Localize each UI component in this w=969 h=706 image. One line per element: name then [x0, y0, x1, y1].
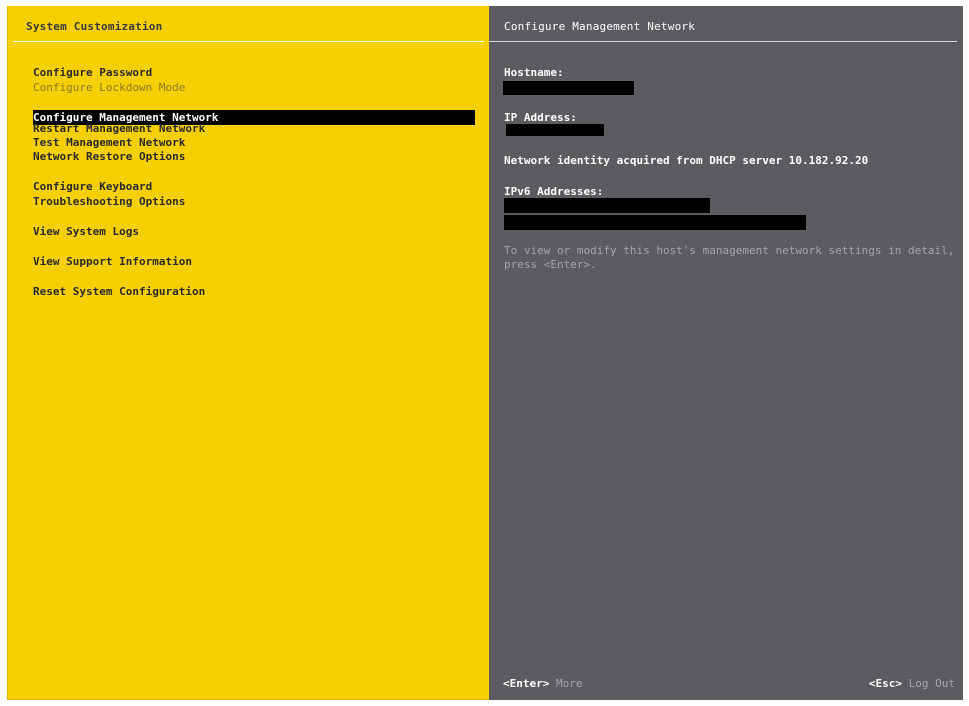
- menu-item-troubleshooting-options[interactable]: Troubleshooting Options: [8, 194, 489, 209]
- hostname-label: Hostname:: [504, 66, 564, 79]
- left-title-divider: [13, 41, 484, 42]
- menu-spacer: [8, 95, 489, 110]
- menu-item-network-restore-options[interactable]: Network Restore Options: [8, 150, 489, 164]
- enter-key-label: <Enter>: [503, 677, 550, 690]
- hostname-redacted-value: [503, 81, 634, 95]
- configure-management-network-pane: Configure Management Network Hostname: I…: [489, 6, 963, 700]
- right-pane-title: Configure Management Network: [504, 20, 696, 33]
- menu-item-test-management-network[interactable]: Test Management Network: [8, 136, 489, 150]
- menu-item-view-system-logs[interactable]: View System Logs: [8, 224, 489, 239]
- network-settings-hint: To view or modify this host's management…: [504, 244, 955, 271]
- left-pane-title: System Customization: [26, 20, 163, 33]
- ipv6-addresses-label: IPv6 Addresses:: [504, 185, 604, 198]
- esc-logout-action[interactable]: <Esc> Log Out: [869, 677, 955, 691]
- menu-item-reset-system-configuration[interactable]: Reset System Configuration: [8, 284, 489, 299]
- menu-item-configure-keyboard[interactable]: Configure Keyboard: [8, 179, 489, 194]
- customization-menu: Configure Password Configure Lockdown Mo…: [8, 65, 489, 299]
- menu-item-configure-lockdown-mode[interactable]: Configure Lockdown Mode: [8, 80, 489, 95]
- menu-item-restart-management-network[interactable]: Restart Management Network: [8, 122, 489, 136]
- system-customization-pane: System Customization Configure Password …: [7, 6, 489, 700]
- dhcp-identity-text: Network identity acquired from DHCP serv…: [504, 154, 869, 167]
- menu-spacer: [8, 239, 489, 254]
- menu-item-view-support-information[interactable]: View Support Information: [8, 254, 489, 269]
- ipv6-address-1-redacted: [504, 198, 710, 213]
- menu-item-configure-password[interactable]: Configure Password: [8, 65, 489, 80]
- menu-spacer: [8, 269, 489, 284]
- menu-spacer: [8, 209, 489, 224]
- esc-key-label: <Esc>: [868, 677, 903, 690]
- ip-address-label: IP Address:: [504, 111, 577, 124]
- right-title-divider: [489, 41, 957, 42]
- ip-address-redacted-value: [506, 124, 604, 136]
- esc-key-description: Log Out: [908, 677, 955, 690]
- enter-more-action[interactable]: <Enter> More: [503, 677, 582, 691]
- menu-spacer: [8, 164, 489, 179]
- ipv6-address-2-redacted: [504, 215, 806, 230]
- dcui-screen: System Customization Configure Password …: [7, 6, 963, 700]
- enter-key-description: More: [555, 677, 583, 690]
